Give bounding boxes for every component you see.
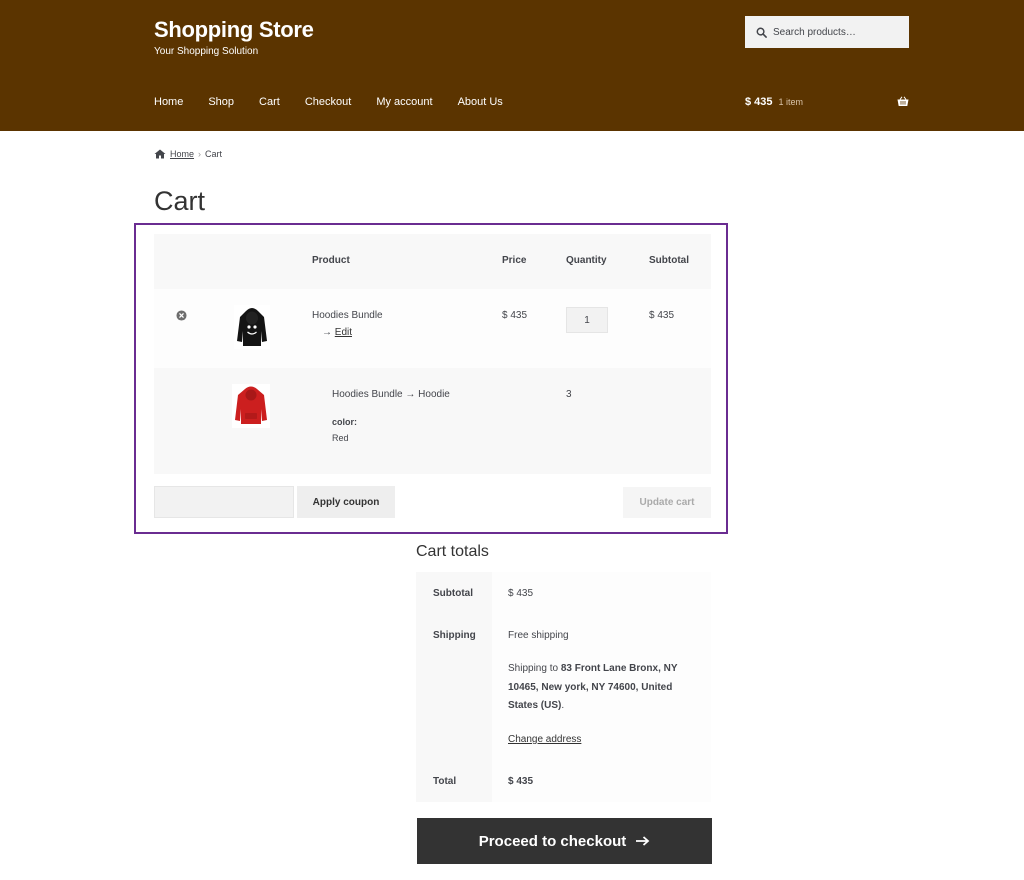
nav-shop[interactable]: Shop	[208, 96, 234, 108]
proceed-to-checkout-button[interactable]: Proceed to checkout	[417, 818, 712, 864]
shipping-destination: Shipping to 83 Front Lane Bronx, NY 1046…	[508, 660, 698, 716]
home-icon	[154, 149, 166, 159]
nav-checkout[interactable]: Checkout	[305, 96, 351, 108]
site-header: Shopping Store Your Shopping Solution Ho…	[0, 0, 1024, 131]
subtotal-label: Subtotal	[433, 588, 473, 599]
arrow-right-icon	[636, 836, 650, 846]
total-value: $ 435	[508, 776, 534, 787]
header-cart-count: 1 item	[778, 97, 804, 107]
subtotal-label-cell: Subtotal	[416, 572, 492, 614]
total-value-cell: $ 435	[492, 763, 711, 802]
cart-totals-title: Cart totals	[416, 543, 489, 560]
nav-cart[interactable]: Cart	[259, 96, 280, 108]
breadcrumb-current: Cart	[205, 149, 223, 159]
shipping-to-prefix: Shipping to	[508, 663, 561, 674]
subtotal-value: $ 435	[508, 588, 534, 599]
shipping-label: Shipping	[433, 630, 476, 641]
breadcrumb: Home › Cart	[154, 149, 222, 159]
nav-home[interactable]: Home	[154, 96, 183, 108]
subtotal-value-cell: $ 435	[492, 572, 711, 614]
change-address-link[interactable]: Change address	[508, 734, 581, 745]
page-title: Cart	[154, 186, 206, 216]
cart-form-highlight	[134, 223, 728, 534]
search-box[interactable]	[745, 16, 909, 48]
shipping-label-cell: Shipping	[416, 614, 492, 763]
search-icon	[756, 27, 767, 38]
basket-icon[interactable]	[897, 96, 909, 107]
breadcrumb-home[interactable]: Home	[170, 149, 194, 159]
site-title[interactable]: Shopping Store	[154, 17, 314, 43]
total-label: Total	[433, 776, 457, 787]
breadcrumb-separator: ›	[198, 149, 202, 159]
search-input[interactable]	[773, 26, 903, 38]
nav-about-us[interactable]: About Us	[458, 96, 503, 108]
total-label-cell: Total	[416, 763, 492, 802]
shipping-to-suffix: .	[561, 700, 565, 711]
header-cart-amount: $ 435	[745, 96, 773, 108]
nav-my-account[interactable]: My account	[376, 96, 432, 108]
checkout-label: Proceed to checkout	[478, 832, 627, 850]
header-cart[interactable]: $ 435 1 item	[745, 96, 909, 108]
shipping-method: Free shipping	[508, 630, 569, 641]
shipping-value-cell: Free shipping Shipping to 83 Front Lane …	[492, 614, 711, 763]
primary-nav: Home Shop Cart Checkout My account About…	[154, 96, 528, 108]
site-description: Your Shopping Solution	[154, 46, 259, 57]
